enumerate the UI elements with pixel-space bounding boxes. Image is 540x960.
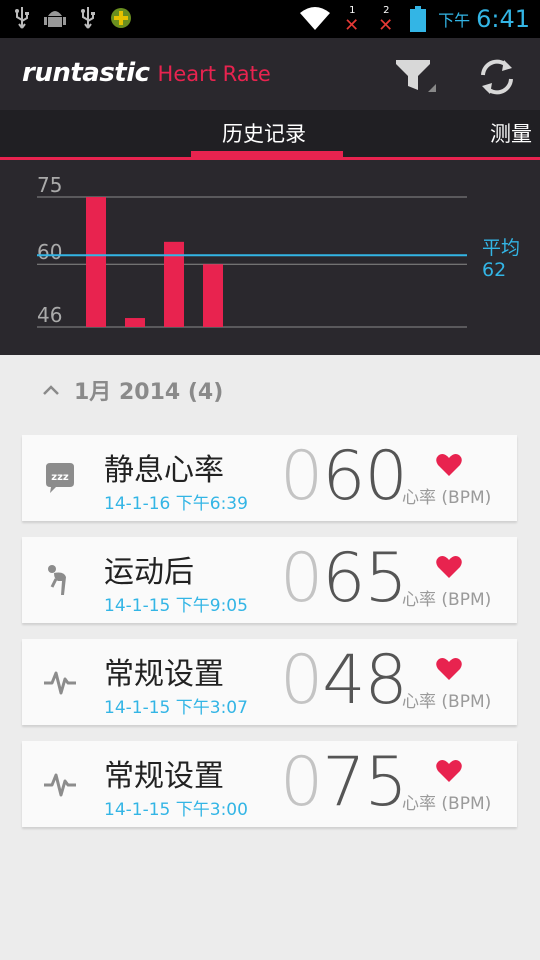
value-digits: 75 [322,743,408,822]
value-leading-zero: 0 [280,437,323,516]
pulse-icon [44,671,76,695]
chart-bar [203,264,223,327]
pulse-icon [44,773,76,797]
svg-text:zzz: zzz [51,472,69,483]
filter-button[interactable] [392,54,438,100]
y-tick-label: 75 [37,173,62,197]
list-item[interactable]: zzz 静息心率 14-1-16 下午6:39 060 心率 (BPM) [22,435,517,521]
clock-ampm: 下午 [438,11,471,30]
tab-measure[interactable]: 测量 [490,118,532,148]
unit-label: 心率 (BPM) [402,794,492,814]
value-leading-zero: 0 [280,641,323,720]
list-item[interactable]: 常规设置 14-1-15 下午3:07 048 心率 (BPM) [22,639,517,725]
value-digits: 60 [322,437,408,516]
measurement-date: 14-1-15 下午3:00 [104,800,248,820]
measurement-value: 065 [280,539,408,618]
usb-icon [15,7,29,29]
sim1-no-signal-icon: ✕ [344,15,360,36]
unit-label: 心率 (BPM) [402,692,492,712]
month-group-header[interactable]: 1月 2014 (4) [42,374,223,406]
unit-label: 心率 (BPM) [402,488,492,508]
filter-icon [396,60,436,92]
sim2-indicator: 2 ✕ [376,3,398,35]
wifi-icon [300,7,331,30]
exhausted-runner-icon [48,565,66,595]
heart-icon [436,556,462,578]
value-digits: 65 [322,539,408,618]
average-label: 平均 [482,237,520,259]
status-bar: 1 ✕ 2 ✕ 下午 6:41 [0,0,540,38]
heart-icon [436,658,462,680]
value-digits: 48 [322,641,408,720]
measurement-title: 常规设置 [104,657,224,692]
measurement-title: 运动后 [104,555,194,590]
measurement-date: 14-1-15 下午9:05 [104,596,248,616]
heart-icon [436,760,462,782]
zzz-icon: zzz [46,463,74,493]
sim2-no-signal-icon: ✕ [378,15,394,36]
chart-svg: 75 60 46 平均62 [37,173,520,328]
value-leading-zero: 0 [280,539,323,618]
chevron-up-icon [43,385,59,395]
list-item[interactable]: 常规设置 14-1-15 下午3:00 075 心率 (BPM) [22,741,517,827]
brand-name: runtastic [22,58,150,88]
average-value: 62 [482,259,506,281]
measurement-date: 14-1-16 下午6:39 [104,494,248,514]
tab-history[interactable]: 历史记录 [222,118,306,148]
app-bar: runtastic Heart Rate [0,38,540,110]
y-tick-label: 46 [37,303,62,327]
measurement-value: 075 [280,743,408,822]
clock-time: 6:41 [476,5,530,33]
measurement-date: 14-1-15 下午3:07 [104,698,248,718]
measurement-value: 048 [280,641,408,720]
app-logo: runtastic Heart Rate [22,58,271,88]
android-debug-icon [44,11,66,27]
tab-selected-indicator [191,151,343,157]
measurement-title: 常规设置 [104,759,224,794]
battery-icon [410,6,427,32]
measurement-title: 静息心率 [104,453,224,488]
tab-bar: 历史记录 测量 [0,110,540,160]
heart-icon [436,454,462,476]
heart-rate-chart: 75 60 46 平均 62 [0,160,540,355]
unit-label: 心率 (BPM) [402,590,492,610]
measurement-value: 060 [280,437,408,516]
value-leading-zero: 0 [280,743,323,822]
month-group-label: 1月 2014 (4) [74,380,224,405]
product-name: Heart Rate [157,62,271,86]
chart-bar [86,197,106,327]
app-notification-icon [111,8,131,28]
usb-icon [81,7,95,29]
refresh-button[interactable] [474,54,520,100]
refresh-icon [481,59,513,95]
y-tick-label: 60 [37,240,62,264]
chart-bar [125,318,145,327]
sim1-indicator: 1 ✕ [342,3,364,35]
list-item[interactable]: 运动后 14-1-15 下午9:05 065 心率 (BPM) [22,537,517,623]
